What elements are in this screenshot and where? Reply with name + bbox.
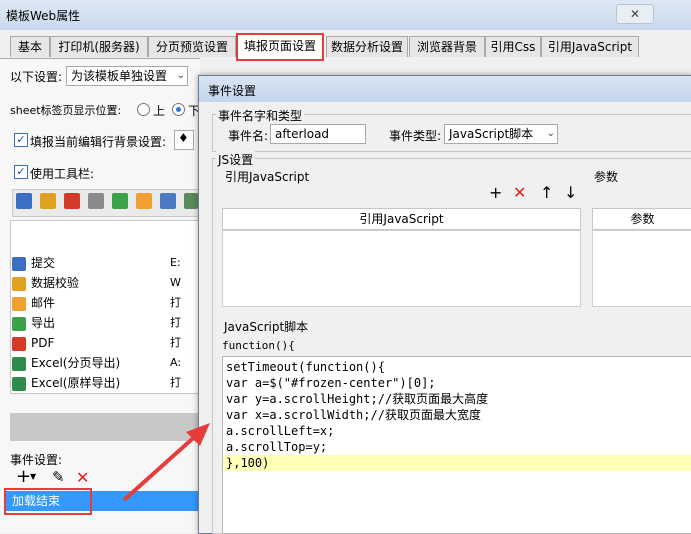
tab-basic[interactable]: 基本: [10, 36, 50, 57]
paint-bucket-icon: ♦: [178, 131, 189, 145]
list-item-col2[interactable]: 打: [170, 373, 200, 393]
list-footer-band: [10, 413, 200, 441]
insert-row-icon[interactable]: [160, 193, 176, 209]
list-item-col2[interactable]: 打: [170, 333, 200, 353]
event-type-label: 事件类型:: [389, 129, 442, 143]
print-icon[interactable]: [88, 193, 104, 209]
close-button[interactable]: ✕: [616, 4, 654, 24]
mail-icon[interactable]: [136, 193, 152, 209]
submit-icon: [12, 256, 26, 271]
fill-bg-label: 填报当前编辑行背景设置:: [30, 135, 167, 149]
tab-data-analysis[interactable]: 数据分析设置: [326, 36, 408, 57]
list-item-col2[interactable]: 打: [170, 313, 200, 333]
add-icon[interactable]: +: [16, 468, 31, 486]
code-line: var x=a.scrollWidth;//获取页面最大宽度: [226, 408, 481, 422]
sheet-tab-position-label: sheet标签页显示位置:: [10, 104, 122, 117]
params-label: 参数: [594, 170, 619, 184]
validate-icon: [12, 276, 26, 291]
window-title: 模板Web属性: [6, 9, 81, 23]
chevron-down-icon: ⌄: [176, 70, 185, 81]
delete-icon[interactable]: ✕: [76, 468, 89, 487]
ref-js-column-header: 引用JavaScript: [222, 208, 581, 230]
js-settings-title: JS设置: [216, 151, 256, 168]
list-item-col2[interactable]: E:: [170, 253, 200, 273]
code-line: },100): [226, 456, 270, 470]
code-line: var a=$("#frozen-center")[0];: [226, 376, 436, 390]
list-item-col2[interactable]: A:: [170, 353, 200, 373]
fill-bg-checkbox[interactable]: ✓: [14, 133, 28, 147]
function-header: function(){: [222, 339, 295, 352]
dialog-title: 事件设置: [208, 84, 257, 98]
settings-select[interactable]: 为该模板单独设置 ⌄: [66, 66, 188, 86]
list-item[interactable]: 提交: [12, 253, 172, 273]
ref-js-label: 引用JavaScript: [225, 170, 310, 184]
tab-pagination-preview[interactable]: 分页预览设置: [148, 36, 236, 57]
excel-icon: [12, 356, 26, 371]
code-line: a.scrollTop=y;: [226, 440, 328, 454]
list-item[interactable]: Excel(分页导出): [12, 353, 172, 373]
list-item[interactable]: 数据校验: [12, 273, 172, 293]
add-icon[interactable]: +: [489, 185, 502, 201]
use-toolbar-checkbox[interactable]: ✓: [14, 165, 28, 179]
params-column-header: 参数: [592, 208, 691, 230]
tab-printer-server[interactable]: 打印机(服务器): [50, 36, 148, 57]
tab-reference-javascript[interactable]: 引用JavaScript: [541, 36, 639, 57]
radio-top-label: 上: [153, 104, 166, 118]
event-type-value: JavaScript脚本: [449, 127, 534, 141]
event-type-select[interactable]: JavaScript脚本 ⌄: [444, 124, 558, 144]
ref-js-grid[interactable]: [222, 230, 581, 307]
save-icon[interactable]: [16, 193, 32, 209]
name-type-group-title: 事件名字和类型: [216, 107, 305, 124]
use-toolbar-label: 使用工具栏:: [30, 167, 95, 181]
mail-icon: [12, 296, 26, 311]
js-script-label: JavaScript脚本: [224, 320, 309, 334]
list-item-col2[interactable]: W: [170, 273, 200, 293]
arrow-up-icon[interactable]: ↑: [540, 185, 553, 201]
toolbar-more-icon[interactable]: [184, 193, 198, 209]
settings-label: 以下设置:: [10, 70, 63, 84]
code-line: var y=a.scrollHeight;//获取页面最大高度: [226, 392, 489, 406]
arrow-down-icon[interactable]: ↓: [564, 185, 577, 201]
highlight-box-tab: [236, 33, 324, 61]
window-titlebar: [0, 0, 691, 31]
current-line-highlight: [223, 455, 691, 471]
settings-select-value: 为该模板单独设置: [71, 69, 168, 83]
flash-print-icon[interactable]: [64, 193, 80, 209]
code-line: a.scrollLeft=x;: [226, 424, 335, 438]
list-item[interactable]: Excel(原样导出): [12, 373, 172, 393]
code-line: setTimeout(function(){: [226, 360, 385, 374]
radio-top[interactable]: [137, 103, 150, 116]
export-icon: [12, 316, 26, 331]
list-item[interactable]: 导出: [12, 313, 172, 333]
chevron-down-icon: ⌄: [546, 128, 555, 139]
list-item-col2[interactable]: 打: [170, 293, 200, 313]
excel-icon: [12, 376, 26, 391]
chevron-down-icon[interactable]: ▼: [30, 472, 36, 481]
dialog-titlebar: [199, 76, 691, 102]
export-icon[interactable]: [112, 193, 128, 209]
highlight-box-event-item: [4, 488, 92, 515]
color-picker-button[interactable]: ♦: [174, 130, 194, 150]
event-name-input[interactable]: afterload: [270, 124, 366, 144]
list-item[interactable]: PDF: [12, 333, 172, 353]
tab-browser-background[interactable]: 浏览器背景: [409, 36, 485, 57]
edit-icon[interactable]: [40, 193, 56, 209]
tab-reference-css[interactable]: 引用Css: [485, 36, 541, 57]
edit-pencil-icon[interactable]: ✎: [52, 468, 65, 486]
params-grid[interactable]: [592, 230, 691, 307]
radio-bottom[interactable]: [172, 103, 185, 116]
event-name-label: 事件名:: [228, 129, 269, 143]
pdf-icon: [12, 336, 26, 351]
delete-icon[interactable]: ✕: [513, 185, 526, 201]
list-item[interactable]: 邮件: [12, 293, 172, 313]
